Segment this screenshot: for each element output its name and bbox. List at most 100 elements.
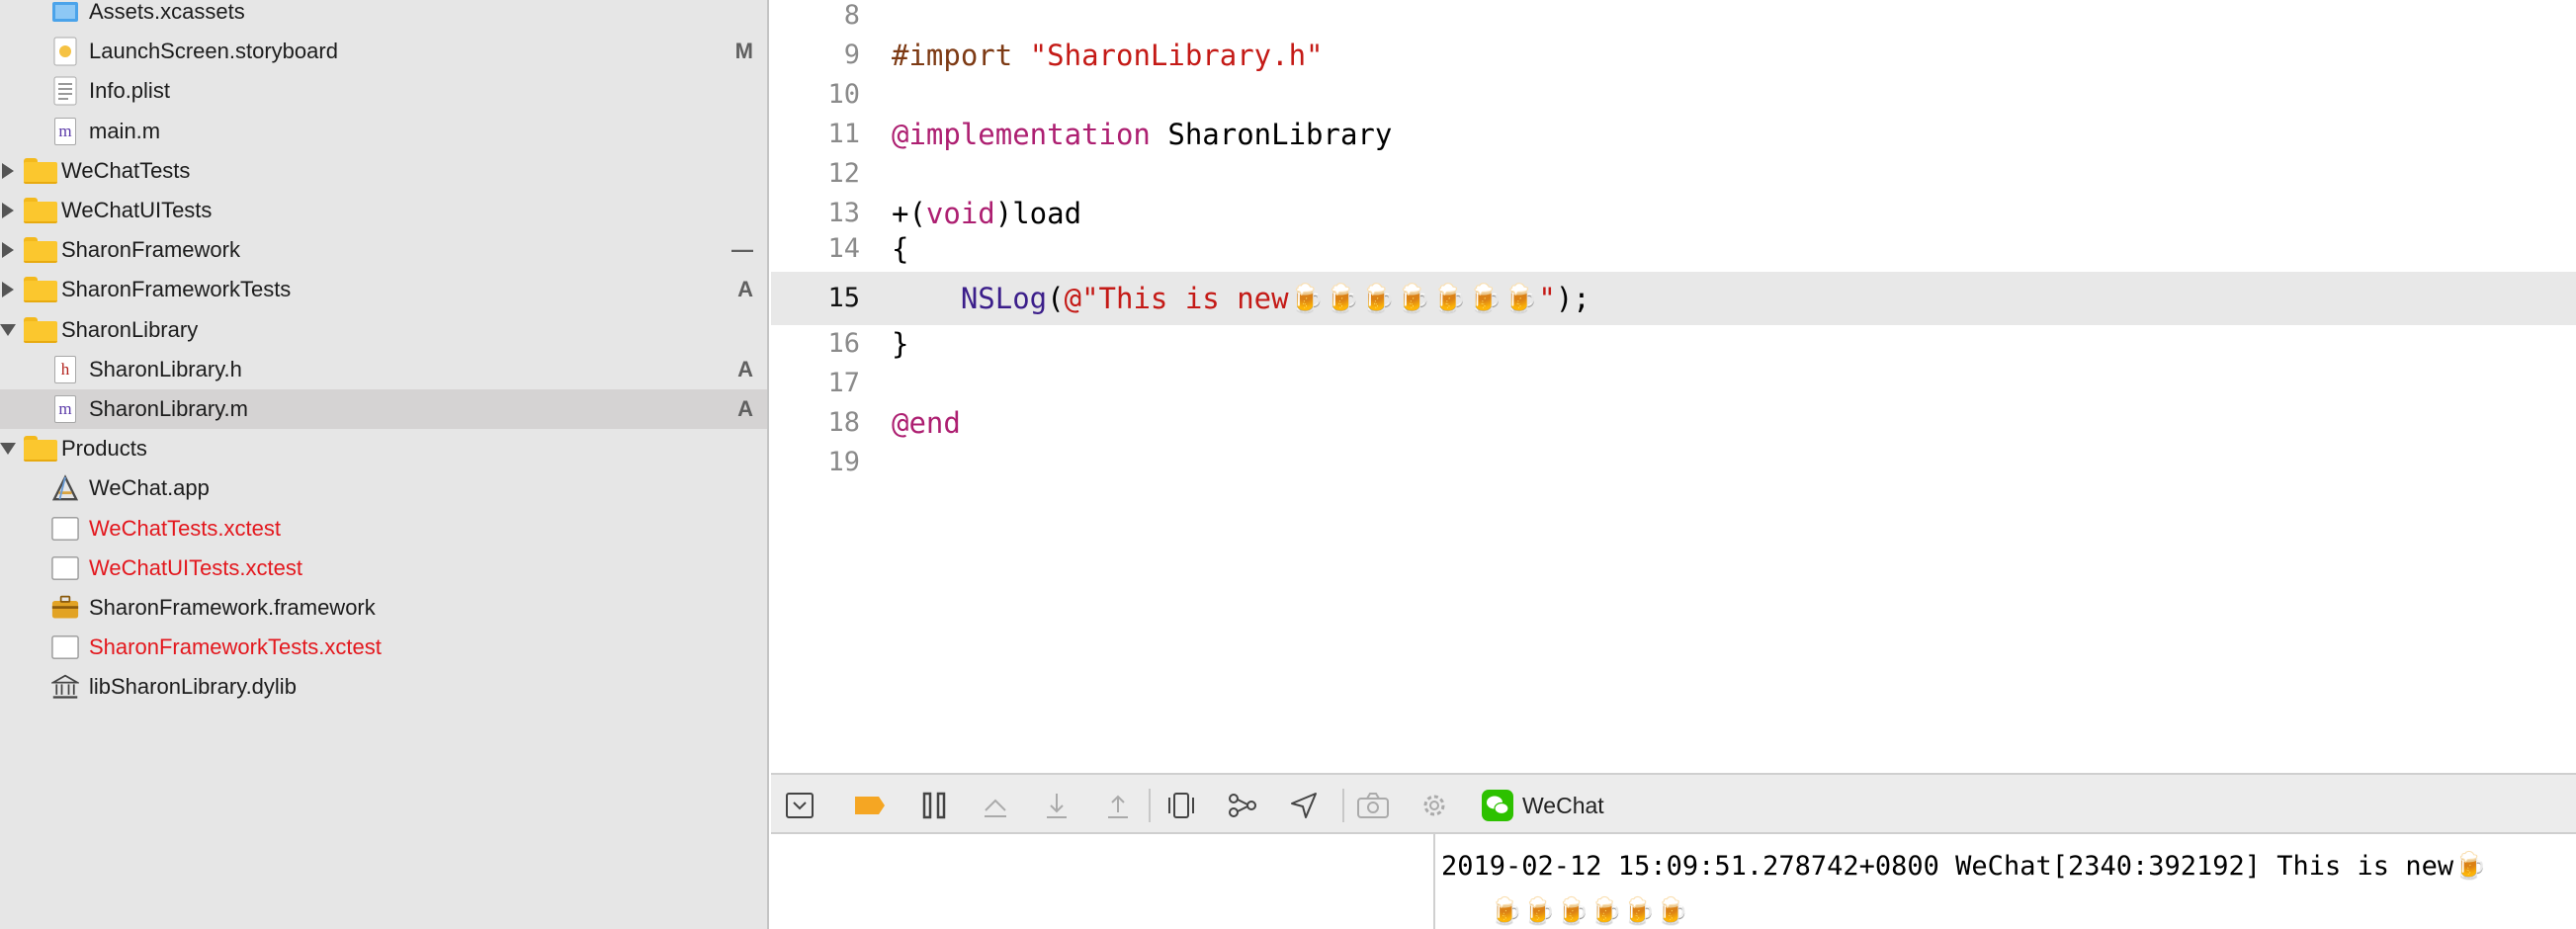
code-line[interactable]: 13 +(void)load [771,194,2576,233]
folder-icon [24,157,57,184]
code-token: SharonLibrary [1150,118,1393,151]
xctest-bundle-icon [51,632,79,663]
code-line[interactable]: 8 [771,0,2576,36]
disclosure-open-icon[interactable] [0,310,16,350]
code-line[interactable]: 17 [771,364,2576,403]
navigator-item[interactable]: LaunchScreen.storyboard M [0,32,767,71]
source-control-status-badge: A [737,277,753,302]
navigator-item-label: SharonLibrary.h [89,356,242,381]
code-text: { [892,229,908,269]
app-product-icon [51,472,79,504]
code-line[interactable]: 11 @implementation SharonLibrary [771,115,2576,154]
toolbar-separator [1342,789,1344,822]
code-line[interactable]: 10 [771,75,2576,115]
navigator-item[interactable]: SharonFramework.framework [0,588,767,628]
code-token: @implementation [892,118,1151,151]
navigator-item[interactable]: h SharonLibrary.h A [0,350,767,389]
code-line[interactable]: 12 [771,154,2576,194]
step-into-icon[interactable] [1040,789,1073,822]
navigator-item[interactable]: WeChat.app [0,468,767,508]
navigator-item-label: WeChatTests.xctest [89,515,281,541]
navigator-item[interactable]: SharonFrameworkTests.xctest [0,628,767,667]
header-file-icon: h [51,354,79,385]
framework-icon [51,592,79,624]
disclosure-closed-icon[interactable] [0,270,16,309]
navigator-item-label: Assets.xcassets [89,0,245,24]
navigator-item[interactable]: Info.plist [0,71,767,111]
disclosure-open-icon[interactable] [0,429,16,468]
navigator-item[interactable]: WeChatUITests [0,191,767,230]
camera-icon[interactable] [1356,789,1390,822]
folder-icon [24,237,57,264]
code-line[interactable]: 19 [771,443,2576,482]
code-line[interactable]: 14 { [771,229,2576,269]
code-token: #import [892,39,1030,72]
gear-icon[interactable] [1417,789,1451,822]
navigator-item[interactable]: libSharonLibrary.dylib [0,667,767,707]
disclosure-closed-icon[interactable] [0,191,16,230]
objc-implementation-file-icon: m [51,116,79,147]
variables-view[interactable] [771,834,1435,929]
navigator-item-label: WeChatUITests.xctest [89,554,302,580]
navigator-item-label: Products [61,436,147,462]
code-text: #import "SharonLibrary.h" [892,36,1324,75]
code-line[interactable]: 9 #import "SharonLibrary.h" [771,36,2576,75]
navigator-item-label: SharonLibrary [61,316,199,342]
pause-icon[interactable] [917,789,951,822]
disclosure-closed-icon[interactable] [0,230,16,270]
breakpoints-toggle-icon[interactable] [850,789,890,822]
code-line[interactable]: 16} [771,324,2576,364]
asset-catalog-icon [51,0,79,28]
step-out-icon[interactable] [1101,789,1135,822]
source-editor[interactable]: 8 9 #import "SharonLibrary.h" 10 11 @implemen… [771,0,2576,773]
navigator-item-label: SharonFrameworkTests [61,277,292,302]
view-hierarchy-icon[interactable] [1164,789,1198,822]
navigator-item-label: WeChatTests [61,157,191,183]
navigator-item-label: main.m [89,118,161,143]
code-text: +(void)load [892,194,1081,233]
step-over-icon[interactable] [979,789,1012,822]
code-token: ( [1047,282,1065,315]
line-number: 17 [827,368,860,398]
line-number: 14 [827,233,860,264]
folder-icon [24,316,57,343]
source-control-status-badge: M [734,39,753,64]
navigator-item[interactable]: Products [0,429,767,468]
source-control-status-badge: A [737,396,753,421]
console-output[interactable]: 2019-02-12 15:09:51.278742+0800 WeChat[2… [1437,834,2576,929]
navigator-item[interactable]: SharonLibrary [0,310,767,350]
navigator-item-label: LaunchScreen.storyboard [89,39,338,64]
code-text: @end [892,403,961,443]
disclosure-closed-icon[interactable] [0,151,16,191]
objc-implementation-file-icon: m [51,393,79,425]
hide-debug-area-icon[interactable] [783,789,816,822]
code-token: +( [892,197,926,230]
code-token: @end [892,406,961,440]
simulate-location-icon[interactable] [1287,789,1321,822]
line-number: 13 [827,198,860,228]
folder-icon [24,277,57,303]
source-control-status-badge: — [731,237,753,263]
navigator-item[interactable]: m SharonLibrary.m A [0,389,767,429]
navigator-item-label: Info.plist [89,78,170,104]
current-code-line[interactable]: 15 NSLog(@"This is new🍺🍺🍺🍺🍺🍺🍺"); [771,272,2576,325]
navigator-item[interactable]: Assets.xcassets [0,0,767,32]
navigator-item[interactable]: WeChatTests.xctest [0,509,767,549]
line-number: 10 [827,79,860,110]
memory-graph-icon[interactable] [1226,789,1259,822]
navigator-item[interactable]: SharonFramework — [0,230,767,270]
navigator-item-label: SharonFrameworkTests.xctest [89,634,382,660]
code-text: } [892,324,908,364]
navigator-item[interactable]: SharonFrameworkTests A [0,270,767,309]
folder-icon [24,198,57,223]
navigator-item[interactable]: WeChatUITests.xctest [0,549,767,588]
code-line[interactable]: 18 @end [771,403,2576,443]
navigator-item-label: WeChat.app [89,475,210,501]
target-app-name[interactable]: WeChat [1522,789,1604,822]
navigator-item[interactable]: WeChatTests [0,151,767,191]
project-navigator: Assets.xcassets LaunchScreen.storyboard M I… [0,0,769,929]
navigator-item-label: SharonFramework.framework [89,595,376,620]
code-text: NSLog(@"This is new🍺🍺🍺🍺🍺🍺🍺"); [892,272,1590,325]
navigator-item[interactable]: m main.m [0,112,767,151]
xctest-bundle-icon [51,513,79,545]
